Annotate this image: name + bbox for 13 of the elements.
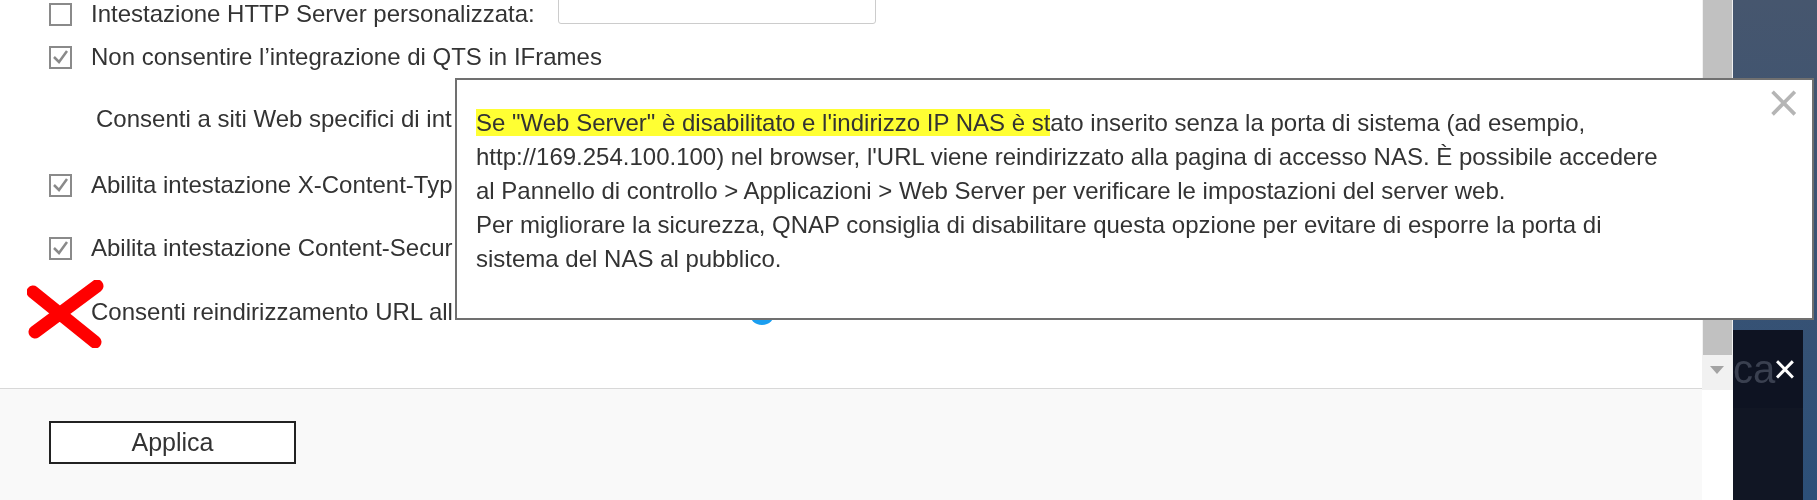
close-button[interactable]: × <box>1773 349 1797 389</box>
setting-label: Abilita intestazione X-Content-Typ <box>91 170 453 200</box>
scroll-down-icon[interactable] <box>1710 366 1724 374</box>
setting-label: Consenti reindirizzamento URL all <box>91 297 453 327</box>
setting-label: Abilita intestazione Content-Secur <box>91 233 453 263</box>
setting-label: Non consentire l’integrazione di QTS in IFrames <box>91 42 602 72</box>
checkbox[interactable] <box>49 173 72 197</box>
checkbox[interactable] <box>49 45 72 69</box>
checkbox[interactable] <box>49 236 72 260</box>
apply-button[interactable]: Applica <box>49 421 296 464</box>
setting-label: Consenti a siti Web specifici di int <box>96 104 452 134</box>
setting-label: Intestazione HTTP Server personalizzata: <box>91 0 535 29</box>
checkbox[interactable] <box>49 2 72 26</box>
